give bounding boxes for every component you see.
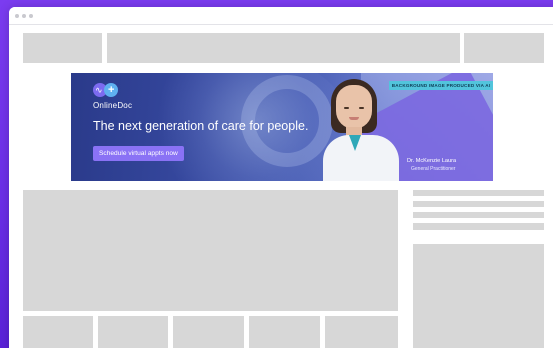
sidebar-line-placeholder <box>413 212 544 218</box>
card-placeholder <box>325 316 398 348</box>
card-placeholder <box>23 316 93 348</box>
card-placeholder <box>98 316 168 348</box>
sidebar-block-placeholder <box>413 244 544 348</box>
card-placeholder <box>249 316 320 348</box>
onlinedoc-logo-icon: ∿ + <box>93 83 123 97</box>
card-placeholder <box>173 316 244 348</box>
sidebar-line-placeholder <box>413 223 544 230</box>
header-nav-placeholder <box>107 33 460 63</box>
header-logo-placeholder <box>23 33 102 63</box>
window-minimize-icon[interactable] <box>22 14 26 18</box>
header-action-placeholder <box>464 33 544 63</box>
window-maximize-icon[interactable] <box>29 14 33 18</box>
browser-window: ∿ + OnlineDoc The next generation of car… <box>9 7 553 348</box>
main-content-placeholder <box>23 190 398 311</box>
browser-topbar <box>9 7 553 25</box>
doctor-title: General Practitioner <box>411 166 456 172</box>
ai-image-disclaimer-badge: BACKGROUND IMAGE PRODUCED VIA AI <box>389 81 493 90</box>
sidebar-line-placeholder <box>413 201 544 207</box>
ad-banner[interactable]: ∿ + OnlineDoc The next generation of car… <box>71 73 493 181</box>
schedule-appointment-button[interactable]: Schedule virtual appts now <box>93 146 184 161</box>
window-close-icon[interactable] <box>15 14 19 18</box>
banner-headline: The next generation of care for people. <box>93 119 309 133</box>
brand-name: OnlineDoc <box>93 101 133 110</box>
sidebar-line-placeholder <box>413 190 544 196</box>
doctor-name: Dr. McKenzie Laura <box>407 158 457 164</box>
doctor-portrait <box>323 79 399 181</box>
